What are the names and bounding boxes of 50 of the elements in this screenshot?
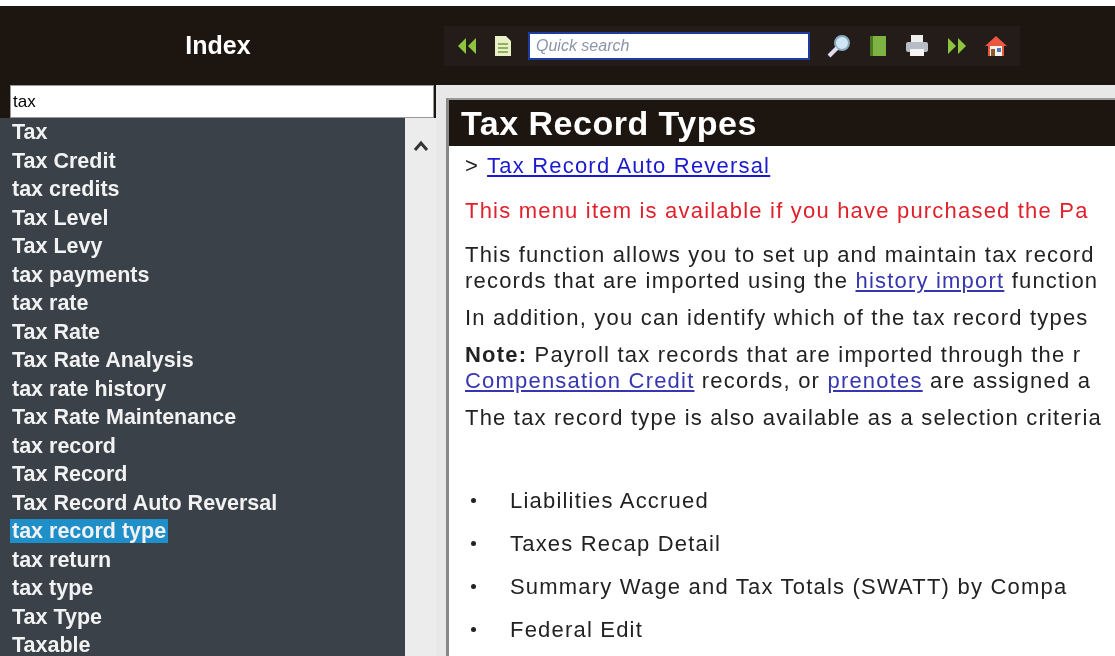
home-icon[interactable] xyxy=(984,33,1008,58)
index-item[interactable]: Tax Levy xyxy=(10,234,105,258)
index-title: Index xyxy=(185,31,251,60)
bullet-item: Summary Wage and Tax Totals (SWATT) by Compa xyxy=(510,573,1068,600)
document-icon[interactable] xyxy=(494,34,512,57)
index-item[interactable]: Tax Type xyxy=(10,604,104,629)
body-text: This function allows you to set up and maintain tax record xyxy=(465,242,1096,268)
body-text: Compensation Credit records, or prenotes are assigned a xyxy=(465,368,1093,394)
index-item[interactable]: Tax Credit xyxy=(10,148,118,173)
bullet-icon xyxy=(471,498,476,503)
index-item[interactable]: tax rate history xyxy=(10,376,169,401)
index-item[interactable]: Tax Rate Analysis xyxy=(10,348,196,372)
notice-text: This menu item is available if you have purchased the Pa xyxy=(465,198,1090,224)
body-text: In addition, you can identify which of the tax record types xyxy=(465,305,1090,331)
bullet-icon xyxy=(471,584,476,589)
bullet-item: Liabilities Accrued xyxy=(510,487,709,514)
printer-icon[interactable] xyxy=(904,33,930,58)
text-link[interactable]: Compensation Credit xyxy=(465,368,695,393)
body-text: Note: Payroll tax records that are imported through the r xyxy=(465,342,1083,368)
text-link[interactable]: history import xyxy=(855,268,1005,293)
index-item[interactable]: tax record xyxy=(10,433,118,458)
index-search-field[interactable]: tax xyxy=(10,85,434,118)
text-link[interactable]: prenotes xyxy=(827,368,923,393)
index-item[interactable]: Taxable xyxy=(10,633,93,656)
scroll-up-icon[interactable] xyxy=(412,140,429,152)
quick-search-field[interactable]: Quick search xyxy=(528,31,810,60)
bullet-icon xyxy=(471,541,476,546)
index-item[interactable]: tax type xyxy=(10,576,96,600)
body-text: records that are imported using the history import function xyxy=(465,268,1100,294)
bullet-item: Taxes Recap Detail xyxy=(510,530,722,557)
index-item[interactable]: tax payments xyxy=(10,262,152,287)
book-icon[interactable] xyxy=(868,34,888,57)
index-item[interactable]: tax return xyxy=(10,547,114,572)
double-right-arrow-icon[interactable] xyxy=(946,35,968,56)
breadcrumb-link[interactable]: Tax Record Auto Reversal xyxy=(487,151,771,181)
index-item[interactable]: tax rate xyxy=(10,291,91,315)
index-item[interactable]: Tax Record xyxy=(10,462,130,486)
search-icon[interactable] xyxy=(826,32,852,59)
bullet-item: Federal Edit xyxy=(510,616,643,643)
index-item[interactable]: Tax Rate xyxy=(10,319,103,344)
bullet-icon xyxy=(471,627,476,632)
scrollbar[interactable] xyxy=(405,118,436,656)
index-item[interactable]: Tax Rate Maintenance xyxy=(10,405,239,429)
index-item[interactable]: Tax Level xyxy=(10,205,111,230)
index-item[interactable]: tax credits xyxy=(10,177,122,201)
body-text: The tax record type is also available as a selection criteria xyxy=(465,405,1103,431)
breadcrumb-marker: > xyxy=(465,152,480,180)
index-item[interactable]: Tax xyxy=(10,120,50,144)
index-item[interactable]: Tax Record Auto Reversal xyxy=(10,490,280,515)
topic-title: Tax Record Types xyxy=(461,103,757,143)
